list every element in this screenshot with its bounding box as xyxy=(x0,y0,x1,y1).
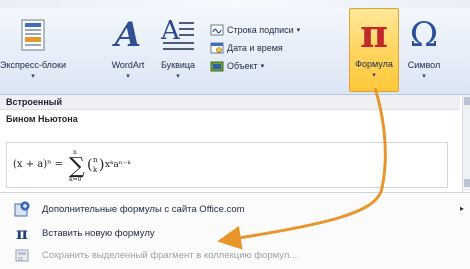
chevron-down-icon: ▾ xyxy=(422,73,426,80)
equation-label: Формула xyxy=(355,59,393,69)
pi-icon: π xyxy=(360,15,388,53)
gallery-scrollbar[interactable] xyxy=(462,95,470,191)
symbol-button[interactable]: Ω Символ ▾ xyxy=(402,10,446,92)
menu-item-label: Сохранить выделенный фрагмент в коллекци… xyxy=(42,249,298,261)
chevron-down-icon: ▾ xyxy=(176,73,180,80)
quick-parts-button[interactable]: Экспресс-блоки ▾ xyxy=(0,10,66,92)
drop-cap-icon: A xyxy=(161,16,195,54)
submenu-arrow-icon: ▸ xyxy=(459,204,464,213)
signature-line-button[interactable]: Строка подписи ▾ xyxy=(210,22,300,38)
svg-text:n: n xyxy=(93,156,98,164)
wordart-glyph: A xyxy=(114,15,142,55)
pi-glyph: π xyxy=(360,11,388,56)
calendar-icon xyxy=(210,42,224,54)
svg-text:k: k xyxy=(93,166,98,174)
date-time-label: Дата и время xyxy=(227,43,283,53)
scroll-up-button[interactable] xyxy=(464,97,470,105)
gallery-section-header: Встроенный xyxy=(0,95,460,110)
equation-gallery: Встроенный Бином Ньютона (x + a)ⁿ = ∑ n … xyxy=(0,95,460,191)
object-button[interactable]: Объект ▾ xyxy=(210,58,264,74)
menu-item-label: Дополнительные формулы с сайта Office.co… xyxy=(42,203,245,215)
signature-line-label: Строка подписи xyxy=(227,25,294,35)
menu-item-insert-new-equation[interactable]: π Вставить новую формулу xyxy=(0,223,470,243)
object-label: Объект xyxy=(227,61,258,71)
svg-text:(: ( xyxy=(87,157,92,173)
equation-dropdown-menu: Дополнительные формулы с сайта Office.co… xyxy=(0,192,470,269)
drop-cap-button[interactable]: A Буквица ▾ xyxy=(152,10,204,92)
svg-text:k=0: k=0 xyxy=(69,176,82,183)
wordart-button[interactable]: A WordArt ▾ xyxy=(106,10,150,92)
binomial-theorem-formula[interactable]: (x + a)ⁿ = ∑ n k=0 ( n k ) xᵏaⁿ⁻ᵏ xyxy=(6,142,448,188)
chevron-down-icon: ▾ xyxy=(31,73,35,80)
drop-cap-label: Буквица xyxy=(160,60,196,70)
symbol-label: Символ xyxy=(407,60,441,70)
omega-icon: Ω xyxy=(410,16,438,54)
wordart-label: WordArt xyxy=(111,60,145,70)
equation-button[interactable]: π Формула ▾ xyxy=(349,8,399,92)
quick-parts-label: Экспресс-блоки xyxy=(0,60,66,70)
menu-item-label: Вставить новую формулу xyxy=(42,227,155,239)
pi-icon: π xyxy=(12,223,32,243)
menu-item-more-equations[interactable]: Дополнительные формулы с сайта Office.co… xyxy=(0,199,470,219)
menu-item-save-selection[interactable]: π Сохранить выделенный фрагмент в коллек… xyxy=(0,245,470,265)
quick-parts-icon xyxy=(20,16,46,54)
wordart-icon: A xyxy=(115,16,141,54)
date-time-button[interactable]: Дата и время xyxy=(210,40,283,56)
svg-text:xᵏaⁿ⁻ᵏ: xᵏaⁿ⁻ᵏ xyxy=(105,160,131,170)
office-com-icon xyxy=(12,200,32,218)
insert-ribbon: Экспресс-блоки ▾ A WordArt ▾ A Буквица ▾ xyxy=(0,0,470,95)
chevron-down-icon: ▾ xyxy=(372,72,376,79)
svg-text:(x + a)ⁿ =: (x + a)ⁿ = xyxy=(13,159,63,170)
save-selection-icon: π xyxy=(12,246,32,264)
chevron-down-icon: ▾ xyxy=(126,73,130,80)
svg-text:π: π xyxy=(18,255,23,263)
object-icon xyxy=(210,60,224,72)
svg-text:): ) xyxy=(99,157,104,173)
svg-text:n: n xyxy=(73,149,77,156)
scroll-down-button[interactable] xyxy=(464,179,470,187)
chevron-down-icon: ▾ xyxy=(260,63,265,70)
ribbon-top-strip xyxy=(0,0,470,8)
chevron-down-icon: ▾ xyxy=(296,27,301,34)
gallery-item-title: Бином Ньютона xyxy=(6,114,78,124)
binomial-formula-graphic: (x + a)ⁿ = ∑ n k=0 ( n k ) xᵏaⁿ⁻ᵏ xyxy=(13,149,131,183)
signature-line-icon xyxy=(210,24,224,36)
pi-glyph: π xyxy=(16,223,28,243)
omega-glyph: Ω xyxy=(409,15,439,55)
